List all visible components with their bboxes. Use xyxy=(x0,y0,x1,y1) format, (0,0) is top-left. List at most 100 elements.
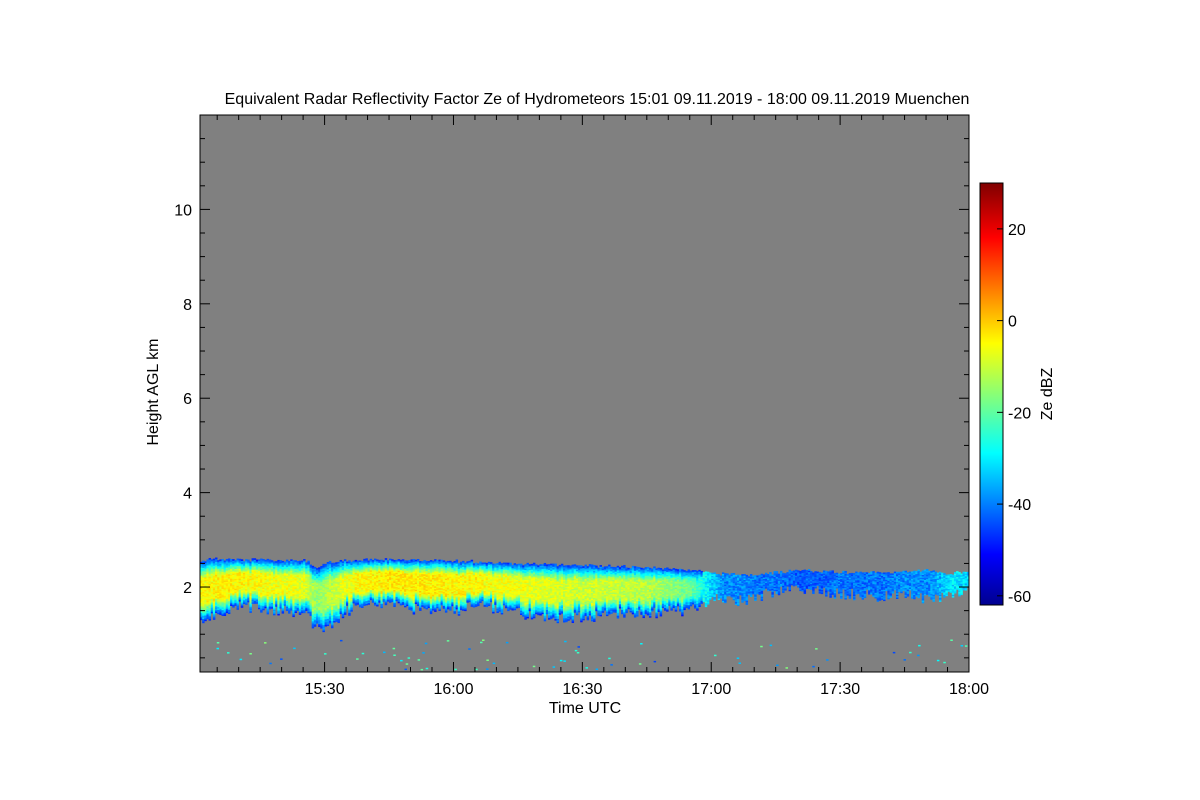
reflectivity-cell xyxy=(204,561,207,564)
reflectivity-cell xyxy=(242,561,246,563)
reflectivity-cell xyxy=(238,558,242,561)
reflectivity-cell xyxy=(483,562,486,565)
reflectivity-cell xyxy=(397,559,401,561)
reflectivity-cell xyxy=(253,558,257,560)
reflectivity-cell xyxy=(371,559,375,562)
reflectivity-cell xyxy=(264,559,267,562)
reflectivity-cell xyxy=(300,560,304,563)
reflectivity-cell xyxy=(373,558,377,561)
reflectivity-cell xyxy=(365,558,368,561)
reflectivity-cell xyxy=(341,561,345,563)
reflectivity-cell xyxy=(313,566,317,569)
reflectivity-cell xyxy=(419,561,422,563)
reflectivity-cell xyxy=(251,558,254,560)
reflectivity-cell xyxy=(395,559,398,562)
reflectivity-cell xyxy=(451,562,454,564)
reflectivity-cell xyxy=(206,559,209,562)
reflectivity-cell xyxy=(447,560,450,563)
reflectivity-cell xyxy=(285,559,289,562)
reflectivity-cell xyxy=(414,559,418,562)
reflectivity-cell xyxy=(236,558,239,561)
reflectivity-cell xyxy=(240,559,244,562)
plot-area xyxy=(199,114,970,673)
reflectivity-cell xyxy=(326,562,330,564)
reflectivity-cell xyxy=(500,563,504,565)
reflectivity-cell xyxy=(208,557,212,560)
reflectivity-cell xyxy=(258,559,261,562)
reflectivity-cell xyxy=(429,560,433,562)
reflectivity-cell xyxy=(223,560,227,563)
reflectivity-cell xyxy=(431,560,435,563)
reflectivity-cell xyxy=(412,558,416,561)
reflectivity-cell xyxy=(292,560,295,562)
reflectivity-cell xyxy=(494,563,497,566)
chart-title: Equivalent Radar Reflectivity Factor Ze … xyxy=(225,91,970,108)
reflectivity-cell xyxy=(215,557,218,560)
reflectivity-cell xyxy=(350,561,353,564)
reflectivity-cell xyxy=(318,567,321,570)
reflectivity-cell xyxy=(219,559,222,562)
reflectivity-cell xyxy=(442,560,446,563)
reflectivity-cell xyxy=(399,559,403,562)
reflectivity-cell xyxy=(335,562,338,564)
reflectivity-cell xyxy=(487,561,491,564)
reflectivity-cell xyxy=(444,561,448,564)
reflectivity-cell xyxy=(352,560,355,563)
reflectivity-cell xyxy=(337,561,340,564)
reflectivity-cell xyxy=(255,559,259,562)
reflectivity-cell xyxy=(406,560,409,563)
reflectivity-cell xyxy=(477,563,480,566)
reflectivity-cell xyxy=(492,563,495,566)
reflectivity-cell xyxy=(311,565,315,568)
reflectivity-cell xyxy=(290,559,293,562)
reflectivity-cell xyxy=(408,559,411,562)
reflectivity-cell xyxy=(320,565,323,568)
reflectivity-cell xyxy=(474,562,478,565)
reflectivity-cell xyxy=(234,560,237,562)
reflectivity-cell xyxy=(453,561,456,563)
radar-figure: Equivalent Radar Reflectivity Factor Ze … xyxy=(145,91,1056,717)
reflectivity-cell xyxy=(434,559,437,561)
reflectivity-cell xyxy=(230,558,233,561)
reflectivity-cell xyxy=(376,559,379,562)
reflectivity-cell xyxy=(391,559,394,561)
reflectivity-cell xyxy=(281,560,285,563)
reflectivity-cell xyxy=(369,558,373,561)
reflectivity-cell xyxy=(348,560,351,562)
reflectivity-cell xyxy=(277,559,280,562)
reflectivity-cell xyxy=(466,561,469,564)
reflectivity-cell xyxy=(307,560,310,563)
reflectivity-cell xyxy=(378,559,381,562)
reflectivity-cell xyxy=(468,560,471,563)
reflectivity-cell xyxy=(481,562,484,565)
reflectivity-cell xyxy=(464,562,467,565)
reflectivity-cell xyxy=(262,559,265,561)
reflectivity-cell xyxy=(354,559,358,562)
reflectivity-cell xyxy=(367,560,370,563)
reflectivity-cell xyxy=(485,562,489,565)
reflectivity-cell xyxy=(298,560,302,563)
reflectivity-cell xyxy=(296,561,300,563)
reflectivity-cell xyxy=(440,559,444,562)
reflectivity-cell xyxy=(423,559,426,562)
reflectivity-cell xyxy=(210,559,214,561)
reflectivity-cell xyxy=(270,560,274,562)
reflectivity-cell xyxy=(288,560,291,563)
reflectivity-cell xyxy=(427,561,431,563)
reflectivity-cell xyxy=(247,559,250,562)
reflectivity-cell xyxy=(275,561,278,563)
reflectivity-cell xyxy=(489,562,493,564)
reflectivity-cell xyxy=(389,558,392,561)
reflectivity-cell xyxy=(401,559,405,561)
reflectivity-cell xyxy=(217,560,220,562)
reflectivity-cell xyxy=(438,559,441,562)
reflectivity-cell xyxy=(315,568,319,570)
reflectivity-cell xyxy=(303,559,306,561)
reflectivity-cell xyxy=(221,558,224,561)
reflectivity-cell xyxy=(283,561,287,564)
reflectivity-cell xyxy=(305,562,308,565)
reflectivity-cell xyxy=(410,559,413,562)
reflectivity-cell xyxy=(498,561,502,564)
reflectivity-cell xyxy=(343,559,347,561)
reflectivity-cell xyxy=(457,562,461,565)
